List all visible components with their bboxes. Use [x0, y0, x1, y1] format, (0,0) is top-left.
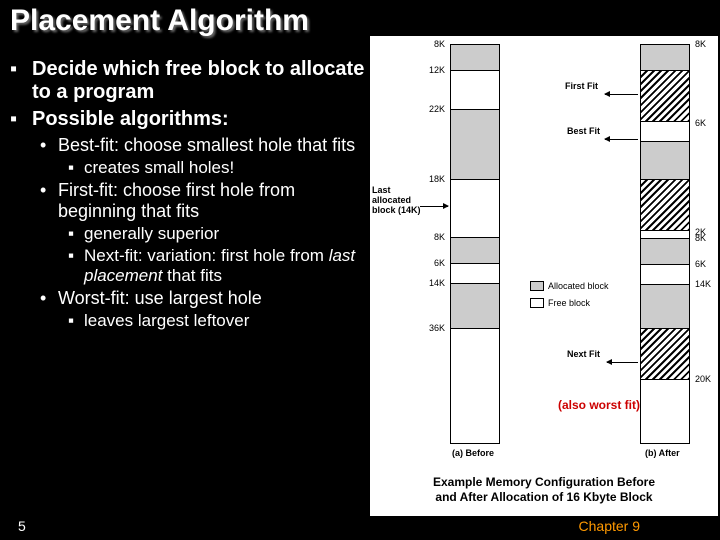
nextfit-label: Next Fit [567, 349, 600, 359]
arrow-icon [607, 362, 638, 363]
arrow-icon [420, 206, 448, 207]
size-label: 8K [434, 232, 445, 242]
bullet-l3: ▪generally superior [68, 224, 370, 244]
bullet-l1: ▪Possible algorithms: [10, 108, 370, 131]
bullet-text: Worst-fit: use largest hole [58, 288, 262, 309]
size-label: 8K [695, 233, 706, 243]
size-label: 12K [429, 65, 445, 75]
bestfit-label: Best Fit [567, 126, 600, 136]
bullet-content: ▪Decide which free block to allocate to … [10, 58, 370, 333]
bullet-text: First-fit: choose first hole from beginn… [58, 180, 370, 222]
bullet-text: generally superior [84, 224, 219, 244]
worstfit-annotation: (also worst fit) [558, 398, 640, 412]
bullet-l2: •Best-fit: choose smallest hole that fit… [40, 135, 370, 156]
arrow-icon [605, 94, 638, 95]
legend-free: Free block [530, 298, 590, 308]
bullet-l3: ▪leaves largest leftover [68, 311, 370, 331]
size-label: 20K [695, 374, 711, 384]
page-number: 5 [18, 518, 26, 534]
size-label: 22K [429, 104, 445, 114]
size-label: 8K [695, 39, 706, 49]
arrow-icon [605, 139, 638, 140]
col-b-label: (b) After [645, 448, 680, 458]
column-before: 8K 12K 22K 18K 8K 6K 14K 36K [450, 44, 500, 444]
bullet-text: Decide which free block to allocate to a… [32, 58, 370, 104]
bullet-l2: •First-fit: choose first hole from begin… [40, 180, 370, 222]
legend-allocated: Allocated block [530, 281, 609, 291]
bullet-l1: ▪Decide which free block to allocate to … [10, 58, 370, 104]
bullet-text: leaves largest leftover [84, 311, 249, 331]
firstfit-label: First Fit [565, 81, 598, 91]
size-label: 6K [434, 258, 445, 268]
bullet-text: Possible algorithms: [32, 108, 229, 131]
last-allocated-label: Last allocated block (14K) [372, 186, 421, 216]
size-label: 6K [695, 118, 706, 128]
memory-diagram: 8K 12K 22K 18K 8K 6K 14K 36K 8K 6K 2K 8K… [370, 36, 718, 516]
size-label: 8K [434, 39, 445, 49]
bullet-l3: ▪creates small holes! [68, 158, 370, 178]
column-after: 8K 6K 2K 8K 6K 14K 20K [640, 44, 690, 444]
bullet-text: Best-fit: choose smallest hole that fits [58, 135, 355, 156]
size-label: 6K [695, 259, 706, 269]
size-label: 18K [429, 174, 445, 184]
size-label: 14K [695, 279, 711, 289]
col-a-label: (a) Before [452, 448, 494, 458]
bullet-l2: •Worst-fit: use largest hole [40, 288, 370, 309]
size-label: 36K [429, 323, 445, 333]
bullet-text: creates small holes! [84, 158, 234, 178]
slide-title: Placement Algorithm [10, 4, 309, 38]
size-label: 14K [429, 278, 445, 288]
diagram-caption: Example Memory Configuration Before and … [370, 475, 718, 506]
bullet-l3: ▪Next-fit: variation: first hole from la… [68, 246, 370, 286]
bullet-text: Next-fit: variation: first hole from las… [84, 246, 370, 286]
chapter-label: Chapter 9 [579, 518, 640, 534]
